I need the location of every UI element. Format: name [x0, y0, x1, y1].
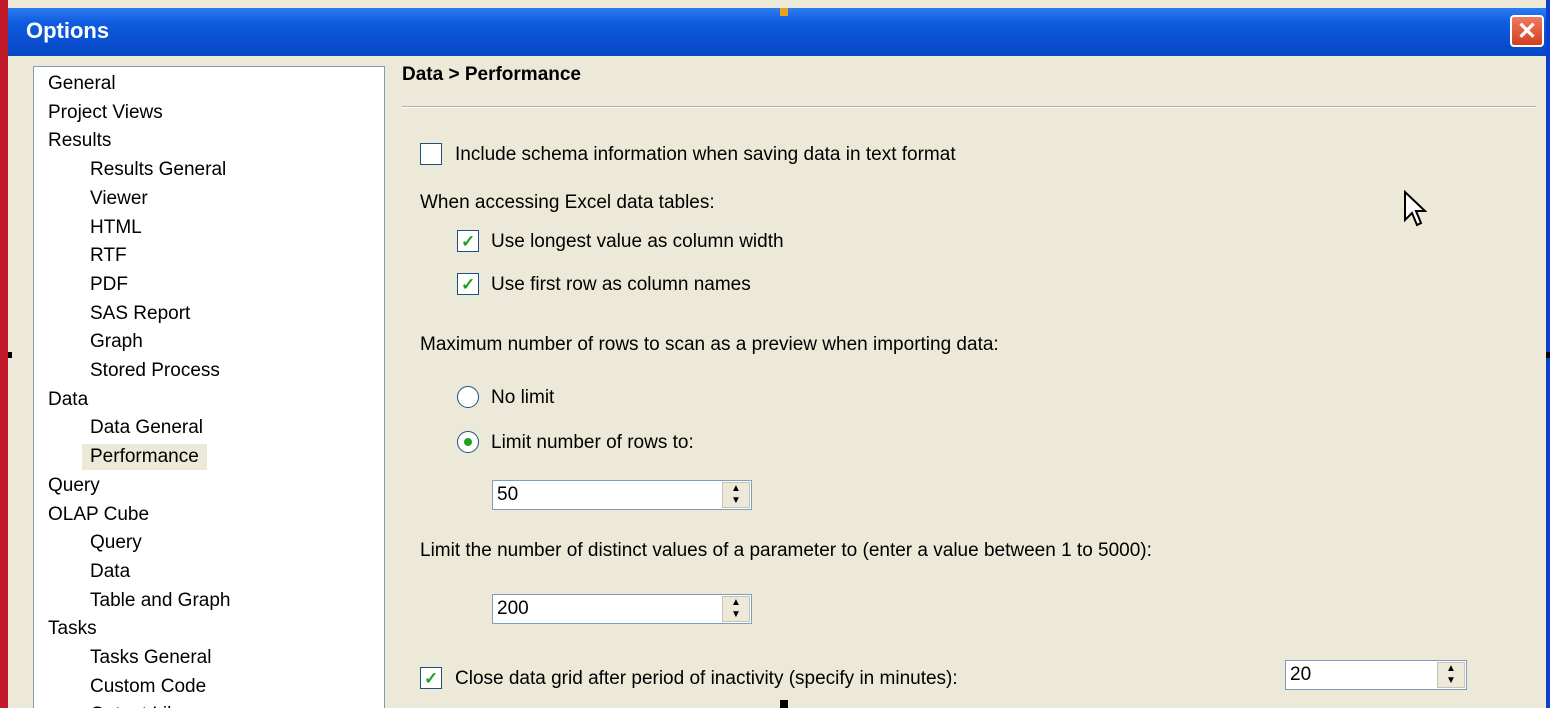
tree-item-tasks[interactable]: Tasks	[48, 616, 97, 642]
tree-item-project-views[interactable]: Project Views	[48, 100, 163, 126]
tree-item-pdf[interactable]: PDF	[90, 272, 128, 298]
minutes-spin-buttons[interactable]: ▲ ▼	[1437, 662, 1465, 688]
tree-item-html[interactable]: HTML	[90, 215, 142, 241]
close-grid-checkbox[interactable]: ✓	[420, 667, 442, 689]
distinct-spinner[interactable]: ▲ ▼	[492, 594, 752, 624]
title-divider	[402, 106, 1536, 108]
rows-spin-buttons[interactable]: ▲ ▼	[722, 482, 750, 508]
tree-item-data[interactable]: Data	[48, 387, 88, 413]
longest-value-label[interactable]: Use longest value as column width	[491, 231, 784, 253]
tree-item-graph[interactable]: Graph	[90, 329, 143, 355]
tree-item-general[interactable]: General	[48, 71, 116, 97]
close-button[interactable]: ✕	[1510, 15, 1544, 47]
tree-item-output-library[interactable]: Output Library	[90, 702, 210, 708]
tree-item-sas-report[interactable]: SAS Report	[90, 301, 190, 327]
include-schema-label[interactable]: Include schema information when saving d…	[455, 144, 956, 166]
minutes-input[interactable]	[1286, 661, 1434, 689]
spin-up-icon[interactable]: ▲	[1438, 663, 1464, 675]
rows-input[interactable]	[493, 481, 721, 509]
radio-selected-dot	[464, 438, 472, 446]
tree-item-performance[interactable]: Performance	[82, 444, 207, 471]
tree-item-olap-cube[interactable]: OLAP Cube	[48, 502, 149, 528]
tree-item-data-general[interactable]: Data General	[90, 415, 203, 441]
window-border-left	[0, 0, 8, 708]
tree-item-stored-process[interactable]: Stored Process	[90, 358, 220, 384]
tree-item-rtf[interactable]: RTF	[90, 243, 127, 269]
check-icon: ✓	[424, 669, 439, 688]
spin-down-icon[interactable]: ▼	[723, 609, 749, 621]
spin-down-icon[interactable]: ▼	[1438, 675, 1464, 687]
close-grid-label[interactable]: Close data grid after period of inactivi…	[455, 668, 958, 690]
options-dialog: Options ✕ General Project Views Results Res…	[0, 0, 1550, 708]
limit-rows-label[interactable]: Limit number of rows to:	[491, 432, 694, 454]
max-rows-heading: Maximum number of rows to scan as a prev…	[420, 334, 999, 355]
include-schema-checkbox[interactable]	[420, 143, 442, 165]
tree-item-custom-code[interactable]: Custom Code	[90, 674, 206, 700]
excel-heading: When accessing Excel data tables:	[420, 192, 715, 213]
spin-down-icon[interactable]: ▼	[723, 495, 749, 507]
tree-item-tasks-general[interactable]: Tasks General	[90, 645, 211, 671]
distinct-input[interactable]	[493, 595, 721, 623]
tree-item-results-general[interactable]: Results General	[90, 157, 226, 183]
rows-spinner[interactable]: ▲ ▼	[492, 480, 752, 510]
options-tree[interactable]: General Project Views Results Results Gener…	[33, 66, 385, 708]
resize-handle-right[interactable]	[1546, 352, 1550, 358]
distinct-heading: Limit the number of distinct values of a…	[420, 540, 1152, 561]
resize-handle-bottom[interactable]	[780, 700, 788, 708]
first-row-checkbox[interactable]: ✓	[457, 273, 479, 295]
mouse-pointer-icon	[1404, 190, 1427, 227]
first-row-label[interactable]: Use first row as column names	[491, 274, 751, 296]
spin-up-icon[interactable]: ▲	[723, 597, 749, 609]
resize-handle-top[interactable]	[780, 8, 788, 16]
tree-item-viewer[interactable]: Viewer	[90, 186, 148, 212]
distinct-spin-buttons[interactable]: ▲ ▼	[722, 596, 750, 622]
check-icon: ✓	[461, 275, 476, 294]
window-title: Options	[26, 18, 110, 43]
panel-title: Data > Performance	[402, 64, 581, 85]
tree-item-results[interactable]: Results	[48, 128, 111, 154]
no-limit-label[interactable]: No limit	[491, 387, 554, 409]
tree-item-query[interactable]: Query	[90, 530, 142, 556]
longest-value-checkbox[interactable]: ✓	[457, 230, 479, 252]
tree-item-table-and-graph[interactable]: Table and Graph	[90, 588, 231, 614]
settings-panel: Data > Performance Include schema inform…	[385, 56, 1546, 708]
tree-item-query[interactable]: Query	[48, 473, 100, 499]
spin-up-icon[interactable]: ▲	[723, 483, 749, 495]
check-icon: ✓	[461, 232, 476, 251]
resize-handle-left[interactable]	[8, 352, 12, 358]
title-bar[interactable]: Options ✕	[8, 8, 1546, 56]
minutes-spinner[interactable]: ▲ ▼	[1285, 660, 1467, 690]
limit-rows-radio[interactable]	[457, 431, 479, 453]
no-limit-radio[interactable]	[457, 386, 479, 408]
tree-item-data[interactable]: Data	[90, 559, 130, 585]
